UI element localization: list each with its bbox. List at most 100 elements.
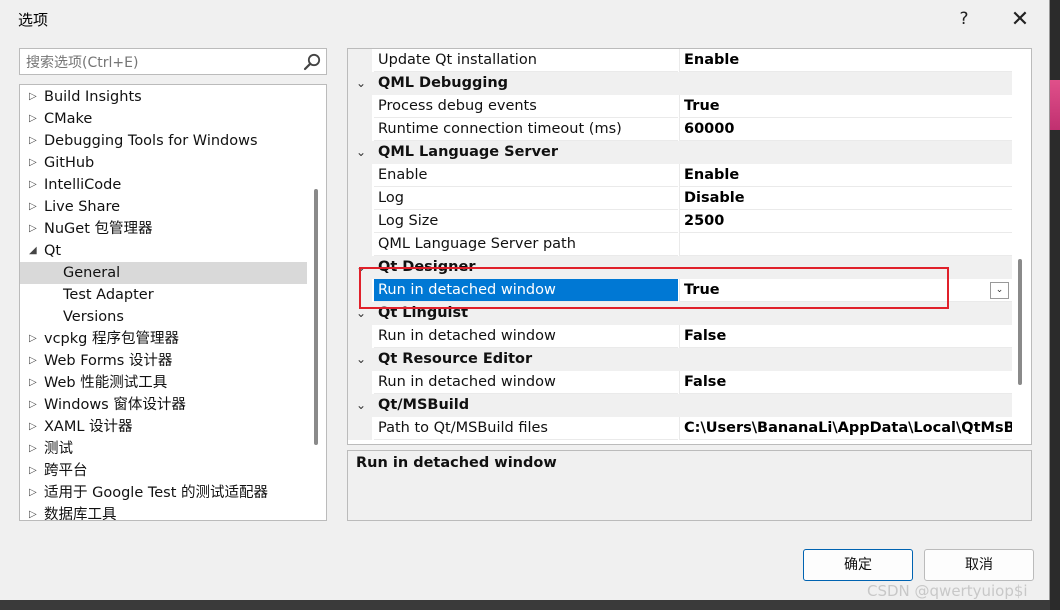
category-label: Qt/MSBuild xyxy=(378,397,470,413)
tree-item[interactable]: ▷ Debugging Tools for Windows xyxy=(20,130,307,152)
property-value[interactable]: False xyxy=(679,325,1012,348)
search-input[interactable] xyxy=(24,52,298,74)
tree-item[interactable]: ▷ Build Insights xyxy=(20,86,307,108)
tree-item-label: 跨平台 xyxy=(44,463,88,479)
property-name[interactable]: Log xyxy=(374,187,678,210)
property-name[interactable]: Run in detached window xyxy=(374,279,678,302)
property-grid: Path to Qt/MSBuild files C:\Users\BananaL… xyxy=(347,48,1032,445)
row-gutter xyxy=(348,210,372,233)
property-name[interactable]: Run in detached window xyxy=(374,325,678,348)
row-gutter xyxy=(348,279,372,302)
property-row[interactable]: Run in detached window False xyxy=(348,325,1012,348)
category-row[interactable]: ⌄ QML Debugging xyxy=(348,72,1012,95)
collapsed-arrow-icon[interactable]: ▷ xyxy=(29,88,41,106)
chevron-down-icon[interactable]: ⌄ xyxy=(354,256,368,279)
ok-button[interactable]: 确定 xyxy=(803,549,913,581)
property-value[interactable]: 2500 xyxy=(679,210,1012,233)
collapsed-arrow-icon[interactable]: ▷ xyxy=(29,198,41,216)
property-row[interactable]: Run in detached window False xyxy=(348,371,1012,394)
property-name[interactable]: Run in detached window xyxy=(374,371,678,394)
category-row[interactable]: ⌄ Qt Resource Editor xyxy=(348,348,1012,371)
grid-scrollbar[interactable] xyxy=(1018,259,1022,385)
collapsed-arrow-icon[interactable]: ▷ xyxy=(29,396,41,414)
collapsed-arrow-icon[interactable]: ▷ xyxy=(29,220,41,238)
tree-item[interactable]: ▷ XAML 设计器 xyxy=(20,416,307,438)
tree-item[interactable]: ▷ CMake xyxy=(20,108,307,130)
property-value[interactable]: Enable xyxy=(679,49,1012,72)
property-row[interactable]: Path to Qt/MSBuild files C:\Users\BananaL… xyxy=(348,417,1012,440)
category-row[interactable]: ⌄ Qt Linguist xyxy=(348,302,1012,325)
property-name[interactable]: Log Size xyxy=(374,210,678,233)
tree-item-label: Debugging Tools for Windows xyxy=(44,133,258,149)
property-value[interactable]: True xyxy=(679,279,1012,302)
property-value[interactable]: Disable xyxy=(679,187,1012,210)
collapsed-arrow-icon[interactable]: ▷ xyxy=(29,506,41,520)
tree-item[interactable]: ▷ NuGet 包管理器 xyxy=(20,218,307,240)
tree-item[interactable]: ▷ 测试 xyxy=(20,438,307,460)
category-label: Qt Linguist xyxy=(378,305,469,321)
collapsed-arrow-icon[interactable]: ▷ xyxy=(29,374,41,392)
property-name[interactable]: Runtime connection timeout (ms) xyxy=(374,118,678,141)
property-row[interactable]: Run in detached window True ⌄ xyxy=(348,279,1012,302)
collapsed-arrow-icon[interactable]: ▷ xyxy=(29,176,41,194)
collapsed-arrow-icon[interactable]: ▷ xyxy=(29,440,41,458)
close-button[interactable]: ✕ xyxy=(1000,4,1040,34)
property-value[interactable]: C:\Users\BananaLi\AppData\Local\QtMsBuil… xyxy=(679,417,1012,440)
collapsed-arrow-icon[interactable]: ▷ xyxy=(29,330,41,348)
tree-item[interactable]: Versions xyxy=(20,306,307,328)
help-button[interactable]: ? xyxy=(944,4,984,34)
collapsed-arrow-icon[interactable]: ▷ xyxy=(29,352,41,370)
property-name[interactable]: Process debug events xyxy=(374,95,678,118)
chevron-down-icon[interactable]: ⌄ xyxy=(354,302,368,325)
category-row[interactable]: ⌄ Qt Designer xyxy=(348,256,1012,279)
tree-item[interactable]: ▷ Web 性能测试工具 xyxy=(20,372,307,394)
tree-item[interactable]: ▷ vcpkg 程序包管理器 xyxy=(20,328,307,350)
collapsed-arrow-icon[interactable]: ▷ xyxy=(29,132,41,150)
property-name[interactable]: Path to Qt/MSBuild files xyxy=(374,417,678,440)
tree-item[interactable]: ◢ Qt xyxy=(20,240,307,262)
chevron-down-icon[interactable]: ⌄ xyxy=(354,141,368,164)
collapsed-arrow-icon[interactable]: ▷ xyxy=(29,154,41,172)
chevron-down-icon[interactable]: ⌄ xyxy=(354,348,368,371)
property-row[interactable]: QML Language Server path xyxy=(348,233,1012,256)
tree-item[interactable]: ▷ 适用于 Google Test 的测试适配器 xyxy=(20,482,307,504)
property-row[interactable]: Runtime connection timeout (ms) 60000 xyxy=(348,118,1012,141)
category-row[interactable]: ⌄ Qt/MSBuild xyxy=(348,394,1012,417)
tree-item[interactable]: Test Adapter xyxy=(20,284,307,306)
tree-item-label: Qt xyxy=(44,243,62,259)
cancel-button[interactable]: 取消 xyxy=(924,549,1034,581)
collapsed-arrow-icon[interactable]: ▷ xyxy=(29,418,41,436)
expanded-arrow-icon[interactable]: ◢ xyxy=(29,242,41,260)
chevron-down-icon[interactable]: ⌄ xyxy=(354,72,368,95)
tree-item[interactable]: ▷ Live Share xyxy=(20,196,307,218)
tree-item[interactable]: ▷ Windows 窗体设计器 xyxy=(20,394,307,416)
property-row[interactable]: Process debug events True xyxy=(348,95,1012,118)
tree-item[interactable]: ▷ Web Forms 设计器 xyxy=(20,350,307,372)
tree-item[interactable]: ▷ 跨平台 xyxy=(20,460,307,482)
property-name[interactable]: QML Language Server path xyxy=(374,233,678,256)
tree-item[interactable]: General xyxy=(20,262,307,284)
collapsed-arrow-icon[interactable]: ▷ xyxy=(29,110,41,128)
property-row[interactable]: Log Disable xyxy=(348,187,1012,210)
category-row[interactable]: ⌄ QML Language Server xyxy=(348,141,1012,164)
property-row[interactable]: Enable Enable xyxy=(348,164,1012,187)
property-name[interactable]: Update Qt installation xyxy=(374,49,678,72)
dropdown-button[interactable]: ⌄ xyxy=(990,282,1009,299)
collapsed-arrow-icon[interactable]: ▷ xyxy=(29,462,41,480)
property-value[interactable]: False xyxy=(679,371,1012,394)
tree-item-label: 测试 xyxy=(44,441,73,457)
property-value[interactable] xyxy=(679,233,1012,256)
tree-item[interactable]: ▷ IntelliCode xyxy=(20,174,307,196)
collapsed-arrow-icon[interactable]: ▷ xyxy=(29,484,41,502)
property-value[interactable]: True xyxy=(679,95,1012,118)
tree-item[interactable]: ▷ GitHub xyxy=(20,152,307,174)
property-row[interactable]: Update Qt installation Enable xyxy=(348,49,1012,72)
property-name[interactable]: Enable xyxy=(374,164,678,187)
tree-scrollbar[interactable] xyxy=(314,189,318,445)
search-icon[interactable] xyxy=(302,52,322,72)
tree-item[interactable]: ▷ 数据库工具 xyxy=(20,504,307,520)
property-row[interactable]: Log Size 2500 xyxy=(348,210,1012,233)
property-value[interactable]: 60000 xyxy=(679,118,1012,141)
property-value[interactable]: Enable xyxy=(679,164,1012,187)
chevron-down-icon[interactable]: ⌄ xyxy=(354,394,368,417)
